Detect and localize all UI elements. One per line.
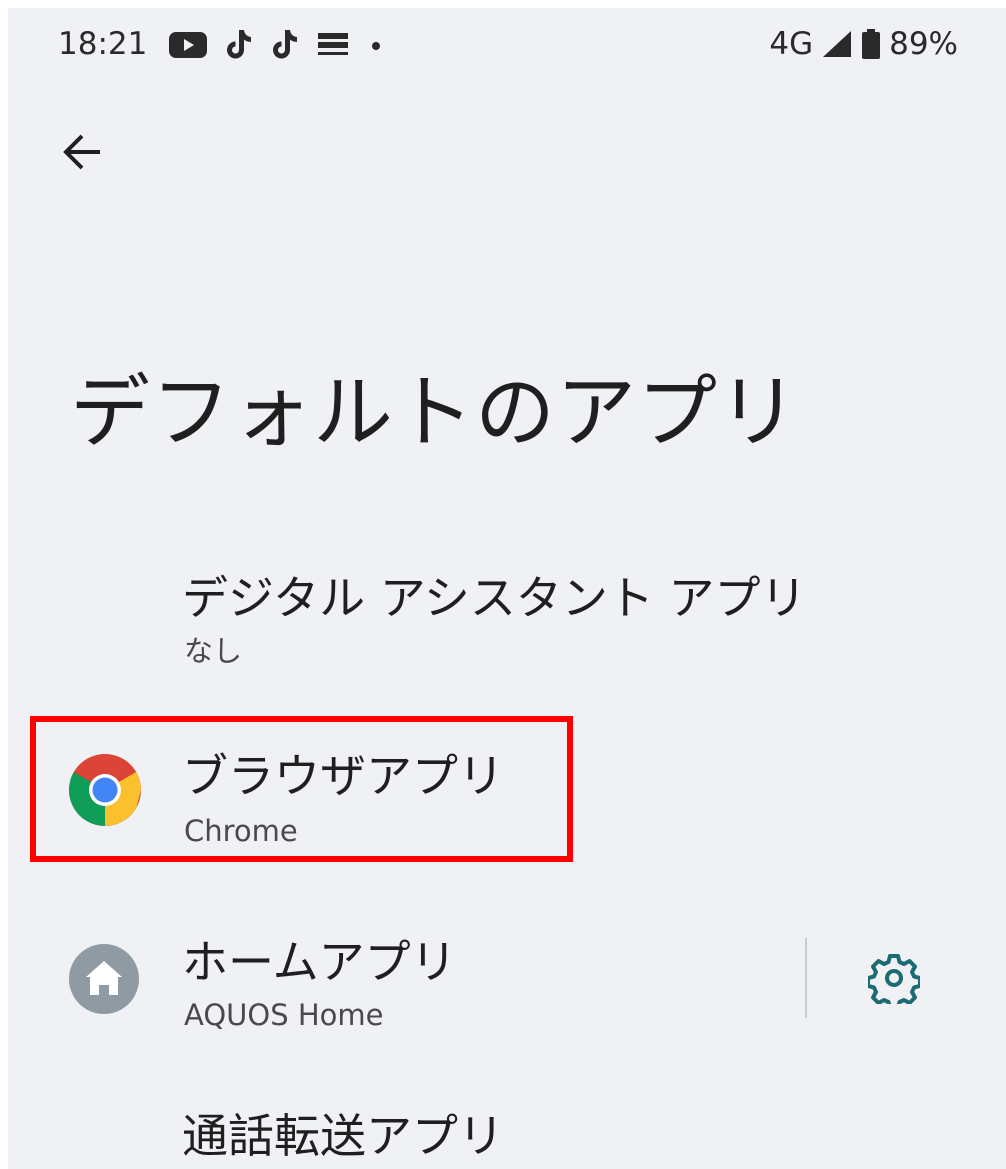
back-button[interactable] (54, 124, 110, 180)
item-title: デジタル アシスタント アプリ (182, 571, 807, 625)
item-value: AQUOS Home (184, 998, 384, 1032)
item-title: 通話転送アプリ (182, 1109, 504, 1163)
item-title: ブラウザアプリ (182, 749, 504, 803)
status-time: 18:21 (58, 26, 148, 62)
browser-app-item[interactable]: ブラウザアプリ Chrome (8, 718, 1006, 860)
gear-icon (868, 954, 920, 1004)
chrome-icon (68, 754, 142, 826)
settings-screen: 18:21 4G 89% デフォルトのアプリ デジタル アシスタント アプリ な… (8, 8, 1006, 1169)
item-value: Chrome (184, 814, 298, 848)
home-icon (69, 944, 139, 1014)
signal-icon (823, 31, 852, 57)
tiktok-icon (273, 30, 297, 59)
status-right: 4G 89% (769, 26, 958, 62)
battery-percent: 89% (889, 26, 958, 62)
home-app-item[interactable]: ホームアプリ AQUOS Home (8, 908, 1006, 1050)
status-bar: 18:21 4G 89% (8, 8, 1006, 88)
divider (805, 938, 807, 1018)
notification-icons (168, 28, 386, 62)
tiktok-icon (227, 30, 251, 59)
dot-icon (372, 42, 380, 50)
item-title: ホームアプリ (182, 935, 457, 989)
digital-assistant-item[interactable]: デジタル アシスタント アプリ なし (8, 548, 1006, 678)
battery-icon (862, 29, 881, 59)
call-forwarding-item[interactable]: 通話転送アプリ (8, 1088, 1006, 1169)
familymart-icon (318, 33, 348, 55)
youtube-icon (169, 32, 207, 58)
network-type: 4G (769, 26, 814, 62)
page-title: デフォルトのアプリ (70, 366, 799, 459)
back-arrow-icon (63, 134, 100, 170)
item-value: なし (184, 634, 243, 668)
home-settings-button[interactable] (862, 946, 926, 1010)
